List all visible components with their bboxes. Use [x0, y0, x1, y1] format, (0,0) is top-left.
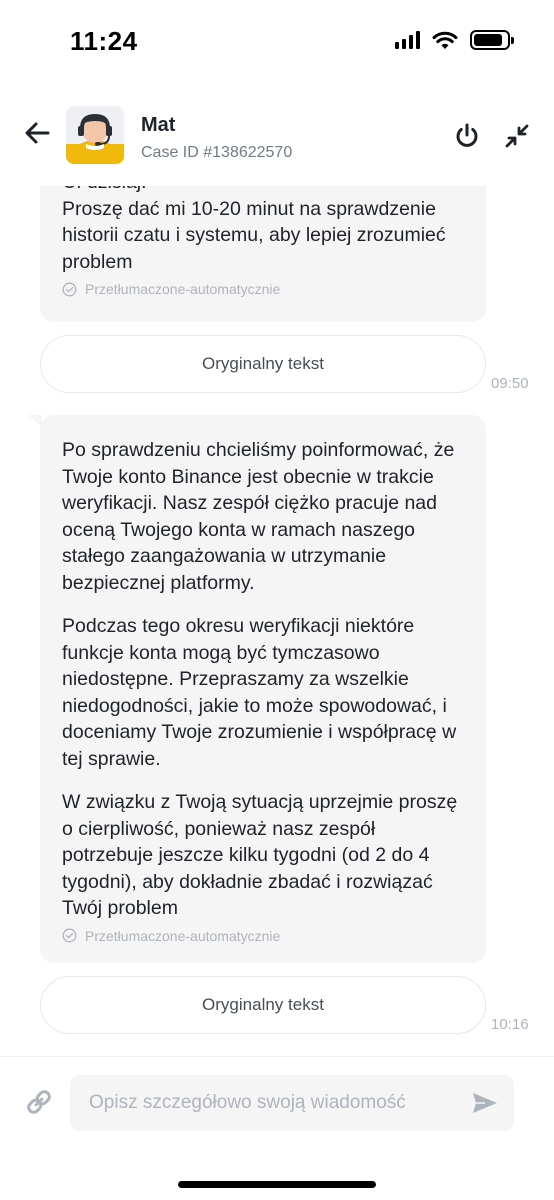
original-text-button[interactable]: Oryginalny tekst: [40, 335, 486, 393]
check-circle-icon: [62, 928, 77, 943]
message-time: 10:16: [491, 1016, 529, 1033]
support-agent-icon: [66, 106, 124, 164]
message-paragraph: Po sprawdzeniu chcieliśmy poinformować, …: [62, 439, 455, 594]
home-indicator: [178, 1181, 376, 1188]
check-circle-icon: [62, 282, 77, 296]
message-time: 09:50: [491, 375, 529, 392]
battery-icon: [470, 30, 514, 50]
chat-header: Mat Case ID #138622570: [0, 84, 554, 186]
wifi-icon: [432, 31, 458, 49]
power-icon[interactable]: [453, 122, 481, 150]
chat-messages-area[interactable]: Cí dzisiaj. Proszę dać mi 10-20 minut na…: [0, 186, 554, 1056]
original-text-button[interactable]: Oryginalny tekst: [40, 976, 486, 1034]
link-icon[interactable]: [24, 1087, 54, 1117]
message-input[interactable]: Opisz szczegółowo swoją wiadomość: [70, 1075, 514, 1131]
auto-translated-text: Przetłumaczone-automatycznie: [85, 927, 281, 944]
back-arrow-icon[interactable]: [22, 118, 52, 148]
case-id: Case ID #138622570: [141, 144, 293, 161]
message-bubble: Cí dzisiaj. Proszę dać mi 10-20 minut na…: [40, 186, 486, 322]
agent-name: Mat: [141, 114, 176, 136]
message-paragraph: Cí dzisiaj.: [62, 186, 464, 196]
send-icon[interactable]: [472, 1091, 498, 1115]
auto-translated-label: Przetłumaczone-automatycznie: [62, 928, 464, 944]
message-composer: Opisz szczegółowo swoją wiadomość: [0, 1056, 554, 1200]
message-bubble: Po sprawdzeniu chcieliśmy poinformować, …: [40, 415, 486, 963]
message-paragraph: Proszę dać mi 10-20 minut na sprawdzenie…: [62, 197, 446, 273]
status-bar: 11:24: [0, 0, 554, 84]
message-input-placeholder: Opisz szczegółowo swoją wiadomość: [89, 1092, 406, 1113]
status-time: 11:24: [70, 26, 138, 56]
message-paragraph: W związku z Twoją sytuacją uprzejmie pro…: [62, 791, 458, 919]
message-paragraph: Podczas tego okresu weryfikacji niektóre…: [62, 615, 457, 770]
agent-avatar: [66, 106, 124, 164]
minimize-icon[interactable]: [503, 122, 531, 150]
status-icons: [395, 30, 514, 50]
original-text-label: Oryginalny tekst: [202, 995, 324, 1014]
cellular-signal-icon: [395, 31, 420, 49]
original-text-label: Oryginalny tekst: [202, 354, 324, 373]
auto-translated-text: Przetłumaczone-automatycznie: [85, 281, 281, 297]
auto-translated-label: Przetłumaczone-automatycznie: [62, 281, 464, 297]
